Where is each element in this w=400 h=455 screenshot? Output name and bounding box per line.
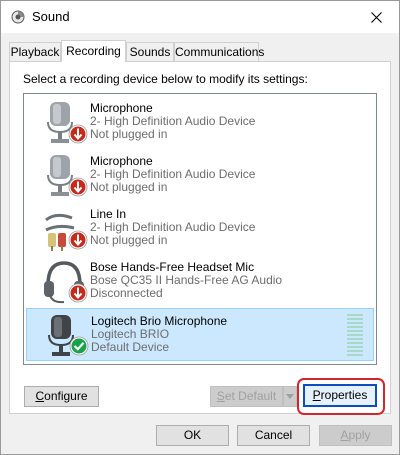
level-meter [347,314,363,356]
close-icon [370,11,382,23]
not-plugged-in-badge-icon [68,177,88,197]
tab-communications[interactable]: Communications [174,42,264,61]
tab-sounds[interactable]: Sounds [126,42,174,61]
device-status: Disconnected [90,286,163,300]
close-button[interactable] [353,1,399,33]
recording-panel: Select a recording device below to modif… [9,61,391,415]
device-item-selected[interactable]: Logitech Brio Microphone Logitech BRIO D… [26,308,374,361]
instruction-text: Select a recording device below to modif… [23,72,308,86]
device-item[interactable]: Microphone 2- High Definition Audio Devi… [26,96,374,149]
apply-button[interactable]: Apply [319,425,392,446]
speaker-icon [11,10,25,24]
device-status: Not plugged in [90,180,168,194]
device-item[interactable]: Microphone 2- High Definition Audio Devi… [26,149,374,202]
window-title: Sound [32,9,70,24]
device-item[interactable]: Line In 2- High Definition Audio Device … [26,202,374,255]
device-list[interactable]: Microphone 2- High Definition Audio Devi… [23,93,377,365]
sound-dialog: Sound Playback Recording Sounds Communic… [0,0,400,455]
title-bar: Sound [1,1,399,33]
device-item[interactable]: Bose Hands-Free Headset Mic Bose QC35 II… [26,255,374,308]
chevron-down-icon [286,393,294,399]
set-default-dropdown[interactable] [283,386,297,407]
default-device-check-icon [69,336,89,356]
cancel-button[interactable]: Cancel [237,425,310,446]
not-plugged-in-badge-icon [68,230,88,250]
not-plugged-in-badge-icon [68,124,88,144]
device-status: Not plugged in [90,127,168,141]
disconnected-badge-icon [68,283,88,303]
device-status: Default Device [91,340,170,354]
properties-button[interactable]: Properties [303,384,377,407]
tab-recording[interactable]: Recording [61,40,126,62]
configure-button[interactable]: Configure [24,386,99,407]
set-default-button[interactable]: Set Default [210,386,283,407]
tab-playback[interactable]: Playback [9,42,61,61]
device-status: Not plugged in [90,233,168,247]
ok-button[interactable]: OK [156,425,229,446]
